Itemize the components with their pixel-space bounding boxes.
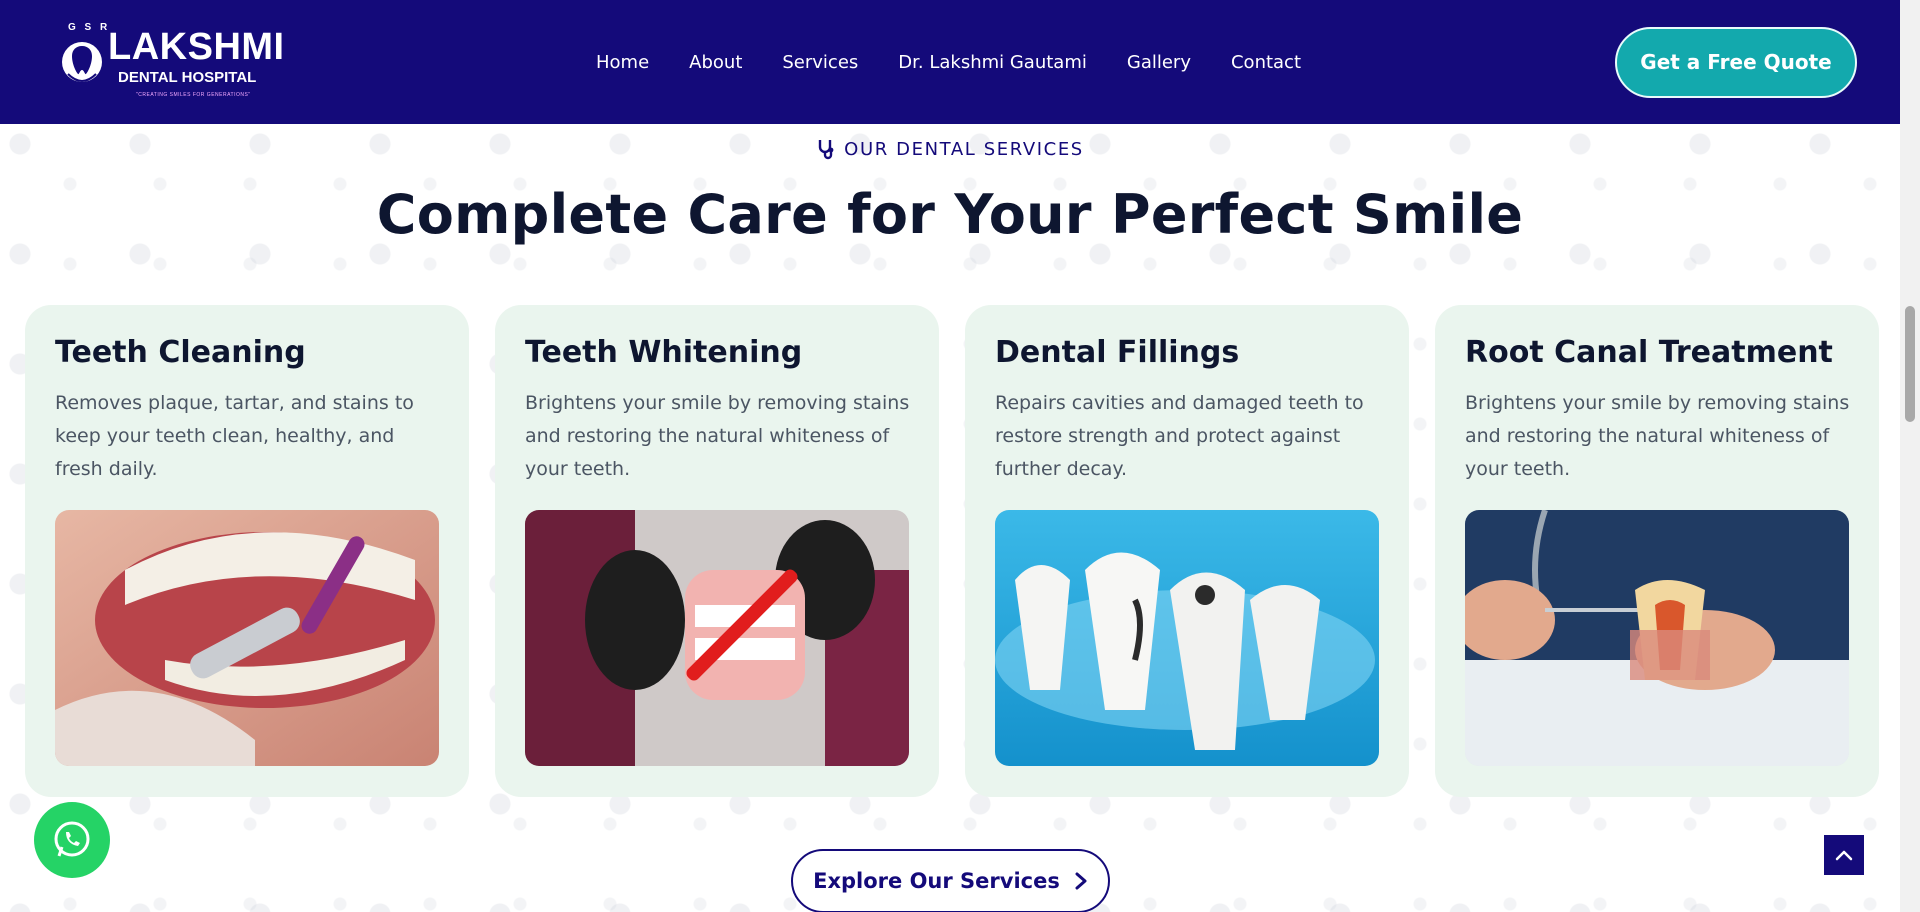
explore-services-button[interactable]: Explore Our Services bbox=[791, 849, 1110, 912]
logo-name: LAKSHMI bbox=[108, 26, 285, 68]
section-eyebrow-text: OUR DENTAL SERVICES bbox=[844, 138, 1084, 160]
teeth-whitening-photo bbox=[525, 510, 909, 766]
main-navigation: Home About Services Dr. Lakshmi Gautami … bbox=[596, 51, 1341, 75]
service-card-teeth-whitening[interactable]: Teeth Whitening Brightens your smile by … bbox=[495, 305, 939, 797]
chevron-up-icon bbox=[1835, 850, 1853, 861]
whatsapp-icon bbox=[54, 821, 90, 857]
scrollbar-thumb[interactable] bbox=[1905, 306, 1915, 422]
back-to-top-button[interactable] bbox=[1824, 835, 1864, 875]
nav-services[interactable]: Services bbox=[782, 51, 858, 75]
nav-doctor[interactable]: Dr. Lakshmi Gautami bbox=[898, 51, 1087, 75]
service-card-root-canal[interactable]: Root Canal Treatment Brightens your smil… bbox=[1435, 305, 1879, 797]
service-card-title: Dental Fillings bbox=[995, 335, 1240, 370]
logo-tagline: "CREATING SMILES FOR GENERATIONS" bbox=[136, 92, 251, 98]
nav-home[interactable]: Home bbox=[596, 51, 649, 75]
tooth-logo-icon bbox=[62, 42, 102, 82]
teeth-cleaning-photo bbox=[55, 510, 439, 766]
stethoscope-icon bbox=[818, 140, 834, 160]
service-card-description: Repairs cavities and damaged teeth to re… bbox=[995, 392, 1364, 480]
dental-fillings-photo bbox=[995, 510, 1379, 766]
section-title: Complete Care for Your Perfect Smile bbox=[376, 183, 1524, 246]
page-scrollbar[interactable] bbox=[1900, 0, 1920, 912]
nav-about[interactable]: About bbox=[689, 51, 742, 75]
site-header: G S R LAKSHMI DENTAL HOSPITAL "CREATING … bbox=[0, 0, 1900, 124]
site-logo[interactable]: G S R LAKSHMI DENTAL HOSPITAL "CREATING … bbox=[60, 22, 290, 104]
service-card-title: Teeth Cleaning bbox=[55, 335, 306, 370]
nav-gallery[interactable]: Gallery bbox=[1127, 51, 1191, 75]
free-quote-button[interactable]: Get a Free Quote bbox=[1615, 27, 1857, 98]
service-card-description: Removes plaque, tartar, and stains to ke… bbox=[55, 392, 414, 480]
service-card-title: Teeth Whitening bbox=[525, 335, 803, 370]
services-card-list: Teeth Cleaning Removes plaque, tartar, a… bbox=[25, 305, 1879, 797]
whatsapp-chat-button[interactable] bbox=[34, 802, 110, 878]
service-card-dental-fillings[interactable]: Dental Fillings Repairs cavities and dam… bbox=[965, 305, 1409, 797]
root-canal-photo bbox=[1465, 510, 1849, 766]
nav-contact[interactable]: Contact bbox=[1231, 51, 1301, 75]
section-eyebrow: OUR DENTAL SERVICES bbox=[816, 138, 1084, 160]
services-section-header: OUR DENTAL SERVICES Complete Care for Yo… bbox=[0, 138, 1900, 247]
explore-services-label: Explore Our Services bbox=[813, 869, 1060, 893]
service-card-description: Brightens your smile by removing stains … bbox=[525, 392, 910, 480]
service-card-teeth-cleaning[interactable]: Teeth Cleaning Removes plaque, tartar, a… bbox=[25, 305, 469, 797]
chevron-right-icon bbox=[1075, 872, 1087, 890]
service-card-title: Root Canal Treatment bbox=[1465, 335, 1833, 370]
service-card-description: Brightens your smile by removing stains … bbox=[1465, 392, 1850, 480]
logo-subtitle: DENTAL HOSPITAL bbox=[118, 69, 257, 86]
